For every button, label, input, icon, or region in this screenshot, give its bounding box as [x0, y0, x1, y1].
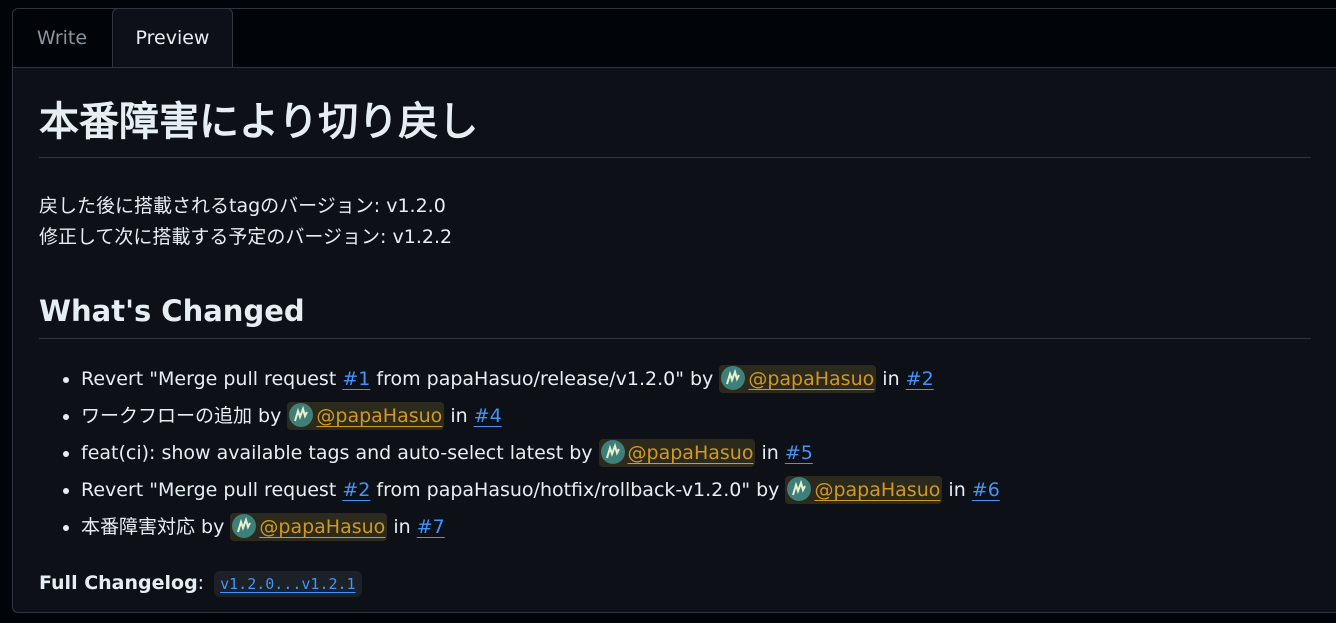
avatar: [289, 403, 314, 427]
item-text: in: [387, 516, 417, 538]
pull-request-link[interactable]: #2: [906, 368, 934, 390]
release-title: 本番障害により切り戻し: [39, 94, 1311, 158]
changes-list: Revert "Merge pull request #1 from papaH…: [39, 361, 1321, 546]
avatar: [787, 477, 812, 501]
list-item: 本番障害対応 by @papaHasuo in #7: [81, 509, 1321, 546]
user-mention-link[interactable]: @papaHasuo: [316, 405, 442, 427]
item-text: 本番障害対応 by: [81, 516, 231, 538]
avatar: [232, 514, 257, 538]
user-mention[interactable]: @papaHasuo: [719, 365, 877, 393]
user-mention[interactable]: @papaHasuo: [287, 402, 445, 430]
avatar: [721, 366, 746, 390]
item-text: feat(ci): show available tags and auto-s…: [81, 442, 599, 464]
avatar: [600, 440, 625, 464]
item-text: in: [876, 368, 906, 390]
pull-request-link[interactable]: #5: [785, 442, 813, 464]
markdown-editor: Write Preview 本番障害により切り戻し 戻した後に搭載されるtagの…: [12, 8, 1336, 613]
pull-request-link[interactable]: #2: [342, 479, 370, 501]
tab-preview[interactable]: Preview: [112, 9, 233, 67]
user-mention[interactable]: @papaHasuo: [785, 476, 943, 504]
user-mention-link[interactable]: @papaHasuo: [748, 368, 874, 390]
full-changelog: Full Changelog: v1.2.0...v1.2.1: [39, 567, 362, 599]
whats-changed-heading: What's Changed: [39, 291, 1311, 339]
version-line-2: 修正して次に搭載する予定のバージョン: v1.2.2: [39, 226, 453, 248]
pull-request-link[interactable]: #6: [972, 479, 1000, 501]
list-item: Revert "Merge pull request #1 from papaH…: [81, 361, 1321, 398]
changelog-colon: :: [197, 572, 211, 594]
pull-request-link[interactable]: #4: [474, 405, 502, 427]
pull-request-link[interactable]: #1: [342, 368, 370, 390]
editor-tabbar: Write Preview: [13, 9, 1336, 68]
list-item: feat(ci): show available tags and auto-s…: [81, 435, 1321, 472]
compare-code: v1.2.0...v1.2.1: [214, 571, 362, 597]
item-text: in: [755, 442, 785, 464]
item-text: from papaHasuo/release/v1.2.0" by: [370, 368, 720, 390]
item-text: ワークフローの追加 by: [81, 405, 288, 427]
item-text: Revert "Merge pull request: [81, 368, 343, 390]
user-mention-link[interactable]: @papaHasuo: [259, 516, 385, 538]
user-mention[interactable]: @papaHasuo: [230, 513, 388, 541]
item-text: in: [942, 479, 972, 501]
item-text: Revert "Merge pull request: [81, 479, 343, 501]
version-line-1: 戻した後に搭載されるtagのバージョン: v1.2.0: [39, 195, 446, 217]
item-text: in: [444, 405, 474, 427]
user-mention[interactable]: @papaHasuo: [598, 439, 756, 467]
version-paragraph: 戻した後に搭載されるtagのバージョン: v1.2.0 修正して次に搭載する予定…: [39, 191, 452, 253]
pull-request-link[interactable]: #7: [417, 516, 445, 538]
list-item: ワークフローの追加 by @papaHasuo in #4: [81, 398, 1321, 435]
changelog-label: Full Changelog: [39, 572, 198, 594]
compare-link[interactable]: v1.2.0...v1.2.1: [220, 575, 355, 593]
user-mention-link[interactable]: @papaHasuo: [814, 479, 940, 501]
list-item: Revert "Merge pull request #2 from papaH…: [81, 472, 1321, 509]
item-text: from papaHasuo/hotfix/rollback-v1.2.0" b…: [370, 479, 786, 501]
tab-write[interactable]: Write: [13, 9, 111, 67]
user-mention-link[interactable]: @papaHasuo: [628, 442, 754, 464]
